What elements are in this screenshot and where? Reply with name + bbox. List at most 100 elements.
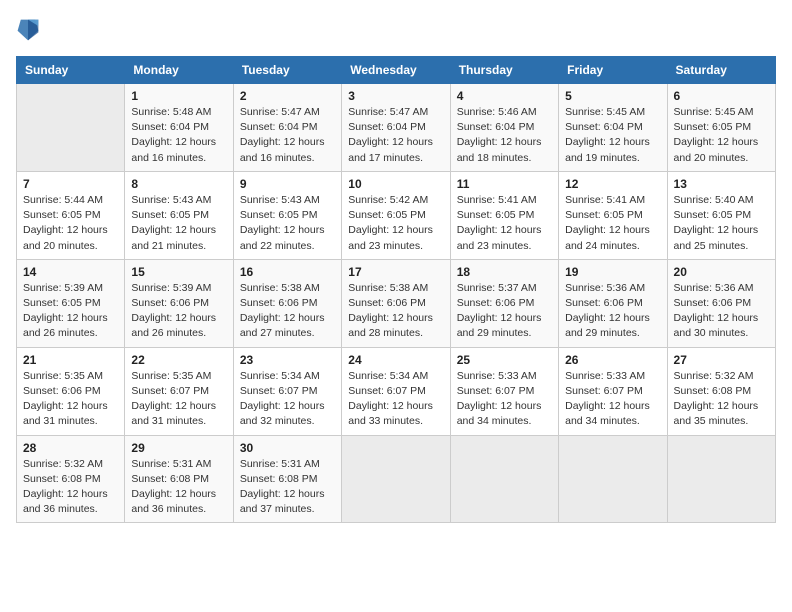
day-info: Sunrise: 5:38 AMSunset: 6:06 PMDaylight:… <box>240 281 335 342</box>
calendar-cell: 22Sunrise: 5:35 AMSunset: 6:07 PMDayligh… <box>125 347 233 435</box>
calendar-cell <box>342 435 450 523</box>
calendar-cell: 29Sunrise: 5:31 AMSunset: 6:08 PMDayligh… <box>125 435 233 523</box>
day-number: 23 <box>240 353 335 367</box>
day-number: 6 <box>674 89 769 103</box>
day-number: 14 <box>23 265 118 279</box>
week-row-1: 1 Sunrise: 5:48 AMSunset: 6:04 PMDaylight… <box>17 84 776 172</box>
calendar-cell: 26 Sunrise: 5:33 AMSunset: 6:07 PMDayligh… <box>559 347 667 435</box>
day-info: Sunrise: 5:33 AMSunset: 6:07 PMDaylight:… <box>457 369 552 430</box>
day-info: Sunrise: 5:33 AMSunset: 6:07 PMDaylight:… <box>565 369 660 430</box>
weekday-sunday: Sunday <box>17 57 125 84</box>
day-number: 15 <box>131 265 226 279</box>
day-number: 2 <box>240 89 335 103</box>
calendar-cell: 18Sunrise: 5:37 AMSunset: 6:06 PMDayligh… <box>450 259 558 347</box>
calendar-cell <box>559 435 667 523</box>
calendar-cell: 20 Sunrise: 5:36 AMSunset: 6:06 PMDayligh… <box>667 259 775 347</box>
day-info: Sunrise: 5:48 AMSunset: 6:04 PMDaylight:… <box>131 105 226 166</box>
day-number: 17 <box>348 265 443 279</box>
logo <box>16 16 44 44</box>
day-info: Sunrise: 5:44 AMSunset: 6:05 PMDaylight:… <box>23 193 118 254</box>
day-number: 4 <box>457 89 552 103</box>
day-number: 20 <box>674 265 769 279</box>
day-number: 9 <box>240 177 335 191</box>
day-info: Sunrise: 5:38 AMSunset: 6:06 PMDaylight:… <box>348 281 443 342</box>
calendar-table: SundayMondayTuesdayWednesdayThursdayFrid… <box>16 56 776 523</box>
calendar-cell: 2 Sunrise: 5:47 AMSunset: 6:04 PMDaylight… <box>233 84 341 172</box>
calendar-cell: 15 Sunrise: 5:39 AMSunset: 6:06 PMDayligh… <box>125 259 233 347</box>
day-info: Sunrise: 5:43 AMSunset: 6:05 PMDaylight:… <box>240 193 335 254</box>
day-number: 22 <box>131 353 226 367</box>
week-row-4: 21Sunrise: 5:35 AMSunset: 6:06 PMDayligh… <box>17 347 776 435</box>
weekday-header-row: SundayMondayTuesdayWednesdayThursdayFrid… <box>17 57 776 84</box>
calendar-cell: 17 Sunrise: 5:38 AMSunset: 6:06 PMDayligh… <box>342 259 450 347</box>
weekday-thursday: Thursday <box>450 57 558 84</box>
week-row-3: 14 Sunrise: 5:39 AMSunset: 6:05 PMDayligh… <box>17 259 776 347</box>
day-info: Sunrise: 5:31 AMSunset: 6:08 PMDaylight:… <box>131 457 226 518</box>
page-header <box>16 16 776 44</box>
day-info: Sunrise: 5:36 AMSunset: 6:06 PMDaylight:… <box>674 281 769 342</box>
day-number: 30 <box>240 441 335 455</box>
day-number: 13 <box>674 177 769 191</box>
day-info: Sunrise: 5:40 AMSunset: 6:05 PMDaylight:… <box>674 193 769 254</box>
day-info: Sunrise: 5:31 AMSunset: 6:08 PMDaylight:… <box>240 457 335 518</box>
calendar-cell: 12 Sunrise: 5:41 AMSunset: 6:05 PMDayligh… <box>559 171 667 259</box>
calendar-cell <box>667 435 775 523</box>
day-number: 16 <box>240 265 335 279</box>
calendar-cell: 19Sunrise: 5:36 AMSunset: 6:06 PMDayligh… <box>559 259 667 347</box>
day-info: Sunrise: 5:41 AMSunset: 6:05 PMDaylight:… <box>457 193 552 254</box>
day-info: Sunrise: 5:39 AMSunset: 6:05 PMDaylight:… <box>23 281 118 342</box>
day-info: Sunrise: 5:45 AMSunset: 6:04 PMDaylight:… <box>565 105 660 166</box>
calendar-cell: 7 Sunrise: 5:44 AMSunset: 6:05 PMDaylight… <box>17 171 125 259</box>
day-number: 25 <box>457 353 552 367</box>
day-number: 7 <box>23 177 118 191</box>
day-number: 26 <box>565 353 660 367</box>
day-info: Sunrise: 5:32 AMSunset: 6:08 PMDaylight:… <box>23 457 118 518</box>
calendar-cell: 30 Sunrise: 5:31 AMSunset: 6:08 PMDayligh… <box>233 435 341 523</box>
calendar-cell: 10Sunrise: 5:42 AMSunset: 6:05 PMDayligh… <box>342 171 450 259</box>
calendar-cell: 4 Sunrise: 5:46 AMSunset: 6:04 PMDaylight… <box>450 84 558 172</box>
day-info: Sunrise: 5:47 AMSunset: 6:04 PMDaylight:… <box>348 105 443 166</box>
day-info: Sunrise: 5:47 AMSunset: 6:04 PMDaylight:… <box>240 105 335 166</box>
calendar-cell: 13 Sunrise: 5:40 AMSunset: 6:05 PMDayligh… <box>667 171 775 259</box>
day-info: Sunrise: 5:34 AMSunset: 6:07 PMDaylight:… <box>240 369 335 430</box>
calendar-cell: 21Sunrise: 5:35 AMSunset: 6:06 PMDayligh… <box>17 347 125 435</box>
day-info: Sunrise: 5:46 AMSunset: 6:04 PMDaylight:… <box>457 105 552 166</box>
day-number: 24 <box>348 353 443 367</box>
day-number: 28 <box>23 441 118 455</box>
day-info: Sunrise: 5:36 AMSunset: 6:06 PMDaylight:… <box>565 281 660 342</box>
calendar-cell: 9 Sunrise: 5:43 AMSunset: 6:05 PMDaylight… <box>233 171 341 259</box>
day-info: Sunrise: 5:34 AMSunset: 6:07 PMDaylight:… <box>348 369 443 430</box>
calendar-cell: 27 Sunrise: 5:32 AMSunset: 6:08 PMDayligh… <box>667 347 775 435</box>
day-number: 27 <box>674 353 769 367</box>
calendar-cell: 8 Sunrise: 5:43 AMSunset: 6:05 PMDaylight… <box>125 171 233 259</box>
day-info: Sunrise: 5:41 AMSunset: 6:05 PMDaylight:… <box>565 193 660 254</box>
day-number: 1 <box>131 89 226 103</box>
day-number: 5 <box>565 89 660 103</box>
day-number: 12 <box>565 177 660 191</box>
weekday-tuesday: Tuesday <box>233 57 341 84</box>
calendar-cell: 23 Sunrise: 5:34 AMSunset: 6:07 PMDayligh… <box>233 347 341 435</box>
day-info: Sunrise: 5:42 AMSunset: 6:05 PMDaylight:… <box>348 193 443 254</box>
day-info: Sunrise: 5:35 AMSunset: 6:06 PMDaylight:… <box>23 369 118 430</box>
weekday-wednesday: Wednesday <box>342 57 450 84</box>
day-info: Sunrise: 5:45 AMSunset: 6:05 PMDaylight:… <box>674 105 769 166</box>
day-info: Sunrise: 5:39 AMSunset: 6:06 PMDaylight:… <box>131 281 226 342</box>
calendar-cell: 11Sunrise: 5:41 AMSunset: 6:05 PMDayligh… <box>450 171 558 259</box>
day-info: Sunrise: 5:43 AMSunset: 6:05 PMDaylight:… <box>131 193 226 254</box>
calendar-cell: 25 Sunrise: 5:33 AMSunset: 6:07 PMDayligh… <box>450 347 558 435</box>
weekday-monday: Monday <box>125 57 233 84</box>
weekday-saturday: Saturday <box>667 57 775 84</box>
calendar-cell: 6 Sunrise: 5:45 AMSunset: 6:05 PMDaylight… <box>667 84 775 172</box>
day-number: 8 <box>131 177 226 191</box>
logo-icon <box>16 16 40 44</box>
week-row-2: 7 Sunrise: 5:44 AMSunset: 6:05 PMDaylight… <box>17 171 776 259</box>
day-info: Sunrise: 5:37 AMSunset: 6:06 PMDaylight:… <box>457 281 552 342</box>
weekday-friday: Friday <box>559 57 667 84</box>
calendar-cell: 5 Sunrise: 5:45 AMSunset: 6:04 PMDaylight… <box>559 84 667 172</box>
calendar-cell <box>17 84 125 172</box>
day-number: 3 <box>348 89 443 103</box>
calendar-cell <box>450 435 558 523</box>
day-info: Sunrise: 5:32 AMSunset: 6:08 PMDaylight:… <box>674 369 769 430</box>
calendar-cell: 1 Sunrise: 5:48 AMSunset: 6:04 PMDaylight… <box>125 84 233 172</box>
calendar-cell: 16 Sunrise: 5:38 AMSunset: 6:06 PMDayligh… <box>233 259 341 347</box>
